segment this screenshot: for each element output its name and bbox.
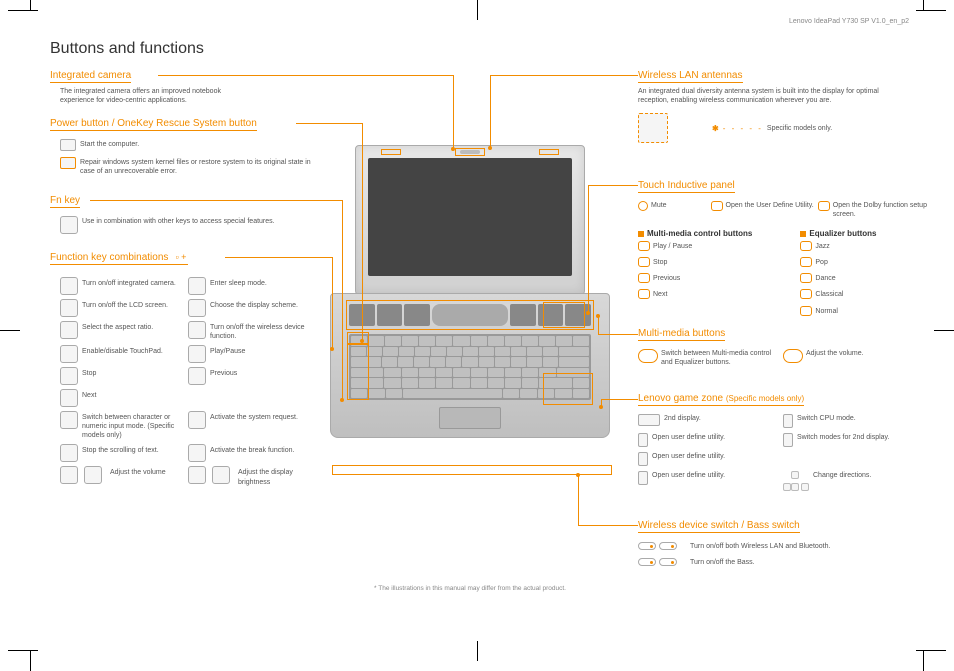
fn-prtsc-icon <box>188 411 206 429</box>
section-fn-key: Fn key Use in combination with other key… <box>50 195 320 240</box>
eq-normal-icon <box>800 306 812 316</box>
fn-f3-icon <box>188 299 206 317</box>
section-multimedia: Multi-media buttons Switch between Multi… <box>638 328 928 372</box>
wlan-dashed-icon <box>638 113 668 143</box>
gz-mode-icon <box>783 433 793 447</box>
page-title: Buttons and functions <box>50 40 204 58</box>
fn-f11-icon <box>188 367 206 385</box>
prev-icon <box>638 273 650 283</box>
power-icon <box>60 139 76 151</box>
bass-off-icon <box>638 558 656 566</box>
fn-f5-icon <box>188 321 206 339</box>
fn-bright-down-icon <box>188 466 206 484</box>
power-desc-1: Start the computer. <box>80 139 320 149</box>
section-game-zone: Lenovo game zone (Specific models only) … <box>638 393 928 496</box>
ws-on-icon <box>659 542 677 550</box>
ws-off-icon <box>638 542 656 550</box>
gz-arrows-icon <box>783 471 809 491</box>
gz-user1-icon <box>638 433 648 447</box>
section-wireless-switch: Wireless device switch / Bass switch Tur… <box>638 520 928 573</box>
power-desc-2: Repair windows system kernel files or re… <box>80 157 320 176</box>
fn-vol-down-icon <box>60 466 78 484</box>
doc-id: Lenovo IdeaPad Y730 SP V1.0_en_p2 <box>789 18 909 25</box>
onekey-icon <box>60 157 76 169</box>
fn-f12-icon <box>60 389 78 407</box>
section-power-button: Power button / OneKey Rescue System butt… <box>50 118 320 182</box>
gz-user3-icon <box>638 471 648 485</box>
fn-pause-icon <box>188 444 206 462</box>
fn-delete-icon <box>60 444 78 462</box>
body-integrated-camera: The integrated camera offers an improved… <box>50 87 250 105</box>
heading-wlan: Wireless LAN antennas <box>638 70 743 83</box>
fn-esc-icon <box>60 277 78 295</box>
fn-f4-icon <box>60 321 78 339</box>
heading-multimedia: Multi-media buttons <box>638 328 725 341</box>
fn-key-desc: Use in combination with other keys to ac… <box>82 216 320 226</box>
heading-integrated-camera: Integrated camera <box>50 70 131 83</box>
sub-eq: Equalizer buttons <box>809 229 876 238</box>
bass-on-icon <box>659 558 677 566</box>
sub-media: Multi-media control buttons <box>647 229 752 238</box>
wlan-body: An integrated dual diversity antenna sys… <box>638 87 888 105</box>
mm-volume-icon <box>783 349 803 363</box>
play-icon <box>638 241 650 251</box>
next-icon <box>638 289 650 299</box>
eq-dance-icon <box>800 273 812 283</box>
section-fn-combinations: Function key combinations ▫ + Turn on/of… <box>50 252 320 487</box>
star-icon: ✱ <box>712 124 719 133</box>
dolby-icon <box>818 201 830 211</box>
fn-f9-icon <box>188 345 206 363</box>
gz-display-icon <box>638 414 660 426</box>
gz-user2-icon <box>638 452 648 466</box>
heading-touch-panel: Touch Inductive panel <box>638 180 735 193</box>
fn-f1-icon <box>188 277 206 295</box>
eq-pop-icon <box>800 257 812 267</box>
heading-power-button: Power button / OneKey Rescue System butt… <box>50 118 257 131</box>
fn-vol-up-icon <box>84 466 102 484</box>
mm-switch-icon <box>638 349 658 363</box>
fn-bright-up-icon <box>212 466 230 484</box>
fn-f10-icon <box>60 367 78 385</box>
mute-icon <box>638 201 648 211</box>
fn-f8-icon <box>60 345 78 363</box>
heading-game-zone: Lenovo game zone (Specific models only) <box>638 393 804 406</box>
footnote: * The illustrations in this manual may d… <box>330 585 610 592</box>
wlan-legend: Specific models only. <box>767 123 928 133</box>
laptop-illustration <box>320 145 620 438</box>
heading-fn-key: Fn key <box>50 195 80 208</box>
gz-cpu-icon <box>783 414 793 428</box>
udu-icon <box>711 201 723 211</box>
fn-key-icon <box>60 216 78 234</box>
fn-insert-icon <box>60 411 78 429</box>
fn-f2-icon <box>60 299 78 317</box>
eq-jazz-icon <box>800 241 812 251</box>
section-touch-panel: Touch Inductive panel Mute Open the User… <box>638 180 928 322</box>
stop-icon <box>638 257 650 267</box>
heading-wireless-switch: Wireless device switch / Bass switch <box>638 520 800 533</box>
section-wlan: Wireless LAN antennas An integrated dual… <box>638 70 928 149</box>
heading-fn-combos: Function key combinations ▫ + <box>50 252 188 265</box>
eq-classical-icon <box>800 289 812 299</box>
